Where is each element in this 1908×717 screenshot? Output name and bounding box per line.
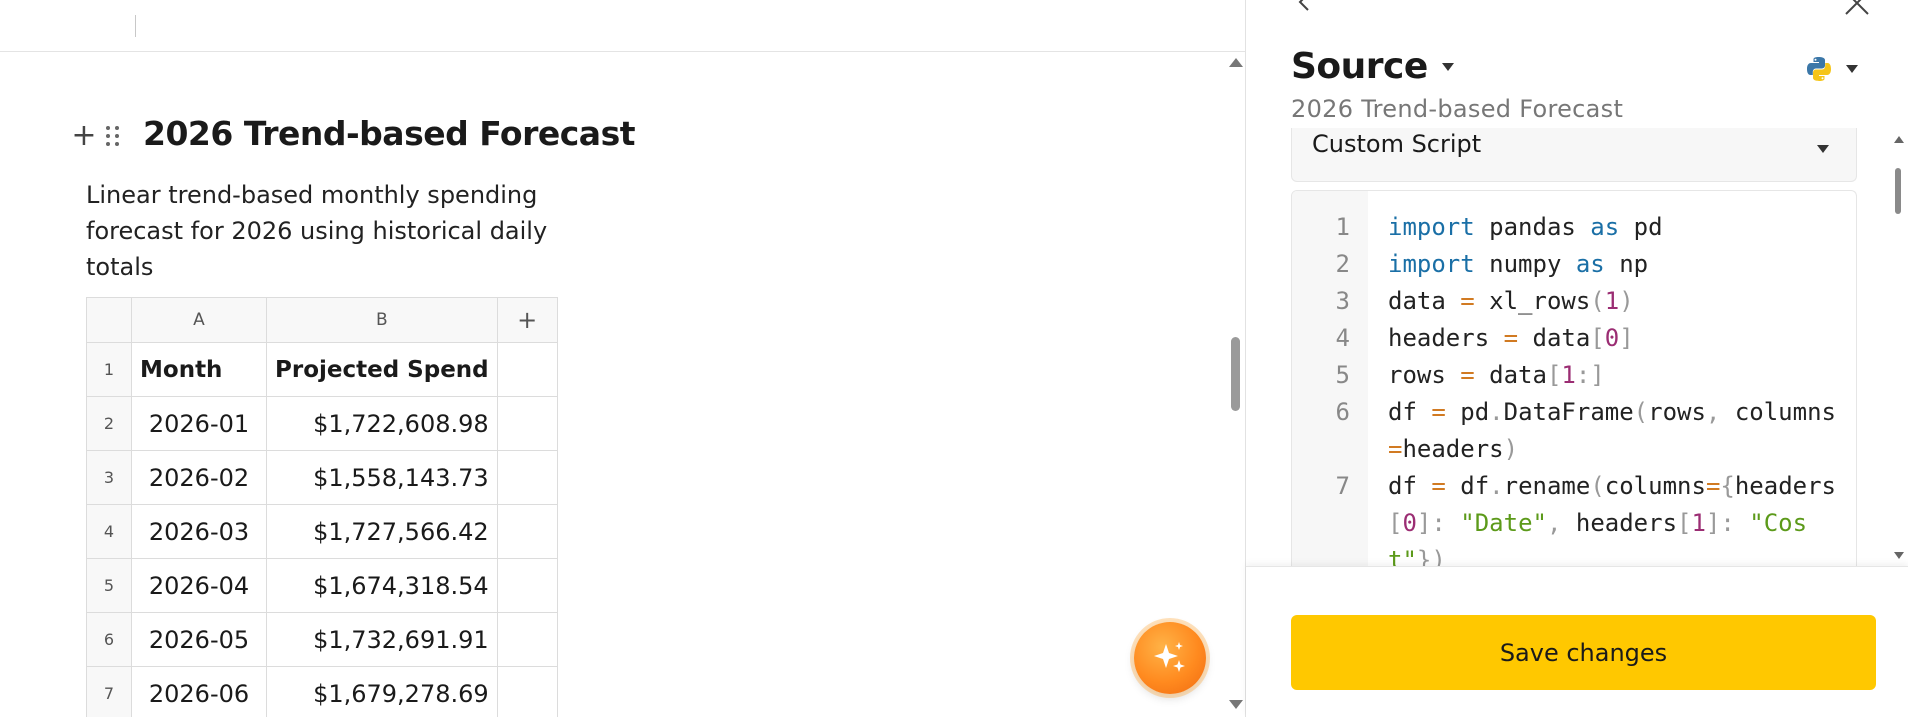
row-number[interactable]: 1 bbox=[86, 342, 132, 397]
row-number[interactable]: 7 bbox=[86, 666, 132, 717]
table-cell[interactable]: 2026-02 bbox=[131, 450, 267, 505]
table-row: 3 2026-02 $1,558,143.73 bbox=[86, 450, 558, 505]
script-type-select[interactable]: Custom Script bbox=[1291, 128, 1857, 182]
line-number: 7 bbox=[1335, 472, 1350, 500]
code-text: import pandas as pd bbox=[1388, 213, 1663, 241]
chevron-down-icon[interactable] bbox=[1846, 65, 1858, 73]
table-cell[interactable] bbox=[496, 342, 558, 397]
save-changes-button[interactable]: Save changes bbox=[1291, 615, 1876, 690]
table-cell[interactable]: 2026-06 bbox=[131, 666, 267, 717]
panel-footer: Save changes bbox=[1246, 566, 1908, 717]
scroll-up-arrow-icon[interactable] bbox=[1229, 58, 1243, 67]
page-title: 2026 Trend-based Forecast bbox=[143, 114, 636, 153]
table-row: 7 2026-06 $1,679,278.69 bbox=[86, 666, 558, 717]
source-selector[interactable]: Source bbox=[1291, 46, 1454, 87]
table-cell[interactable]: Month bbox=[131, 342, 267, 397]
drag-handle-icon[interactable] bbox=[106, 124, 122, 148]
chevron-down-icon[interactable] bbox=[1817, 145, 1829, 153]
code-editor[interactable]: 1 import pandas as pd 2 import numpy as … bbox=[1291, 190, 1857, 568]
table-cell[interactable] bbox=[496, 558, 558, 613]
sheet-corner-cell[interactable] bbox=[86, 297, 132, 343]
close-icon[interactable] bbox=[1844, 0, 1870, 18]
table-cell[interactable] bbox=[496, 504, 558, 559]
row-number[interactable]: 5 bbox=[86, 558, 132, 613]
panel-title: Source bbox=[1291, 46, 1428, 87]
script-type-value: Custom Script bbox=[1312, 130, 1482, 158]
table-cell[interactable]: 2026-01 bbox=[131, 396, 267, 451]
language-selector[interactable] bbox=[1806, 56, 1858, 82]
scrollbar-thumb[interactable] bbox=[1231, 337, 1240, 411]
code-text: data = xl_rows(1) bbox=[1388, 287, 1634, 315]
line-number: 4 bbox=[1335, 324, 1350, 352]
table-cell[interactable]: $1,732,691.91 bbox=[266, 612, 498, 667]
table-cell[interactable]: Projected Spend bbox=[266, 342, 498, 397]
code-scrollbar[interactable] bbox=[1892, 128, 1908, 568]
table-cell[interactable] bbox=[496, 612, 558, 667]
line-number: 3 bbox=[1335, 287, 1350, 315]
table-row: 4 2026-03 $1,727,566.42 bbox=[86, 504, 558, 559]
panel-subtitle: 2026 Trend-based Forecast bbox=[1291, 95, 1624, 123]
scroll-up-arrow-icon[interactable] bbox=[1894, 136, 1904, 143]
sparkles-icon bbox=[1154, 642, 1185, 672]
spreadsheet-table: A B + 1 Month Projected Spend 2 2026-01 … bbox=[86, 297, 558, 717]
page-description: Linear trend-based monthly spending fore… bbox=[86, 181, 548, 281]
code-text: headers = data[0] bbox=[1388, 324, 1634, 352]
table-cell[interactable]: $1,722,608.98 bbox=[266, 396, 498, 451]
table-cell[interactable] bbox=[496, 396, 558, 451]
line-number: 1 bbox=[1335, 213, 1350, 241]
table-row: 2 2026-01 $1,722,608.98 bbox=[86, 396, 558, 451]
add-column-button[interactable]: + bbox=[496, 297, 558, 343]
document-area: + 2026 Trend-based Forecast Linear trend… bbox=[0, 0, 1245, 717]
source-panel: Source 2026 Trend-based Forecast Custom … bbox=[1246, 0, 1908, 717]
scrollbar-thumb[interactable] bbox=[1895, 168, 1901, 214]
table-cell[interactable]: $1,558,143.73 bbox=[266, 450, 498, 505]
line-number: 2 bbox=[1335, 250, 1350, 278]
column-header-a[interactable]: A bbox=[131, 297, 267, 343]
block-controls: + bbox=[70, 120, 122, 152]
table-cell[interactable] bbox=[496, 450, 558, 505]
add-block-icon[interactable]: + bbox=[70, 121, 98, 151]
document-toolbar bbox=[0, 0, 1245, 52]
table-cell[interactable]: 2026-05 bbox=[131, 612, 267, 667]
code-text: import numpy as np bbox=[1388, 250, 1649, 278]
table-row: 1 Month Projected Spend bbox=[86, 342, 558, 397]
table-row: 5 2026-04 $1,674,318.54 bbox=[86, 558, 558, 613]
toolbar-divider bbox=[135, 15, 136, 37]
row-number[interactable]: 2 bbox=[86, 396, 132, 451]
table-cell[interactable]: $1,679,278.69 bbox=[266, 666, 498, 717]
row-number[interactable]: 4 bbox=[86, 504, 132, 559]
line-number: 6 bbox=[1335, 398, 1350, 426]
table-cell[interactable] bbox=[496, 666, 558, 717]
row-number[interactable]: 6 bbox=[86, 612, 132, 667]
line-number: 5 bbox=[1335, 361, 1350, 389]
table-row: 6 2026-05 $1,732,691.91 bbox=[86, 612, 558, 667]
table-cell[interactable]: 2026-03 bbox=[131, 504, 267, 559]
scroll-down-arrow-icon[interactable] bbox=[1894, 552, 1904, 559]
code-text: df = df.rename(columns={headers[0]: "Dat… bbox=[1388, 472, 1836, 568]
ai-assistant-button[interactable] bbox=[1134, 622, 1206, 694]
table-cell[interactable]: $1,727,566.42 bbox=[266, 504, 498, 559]
table-cell[interactable]: $1,674,318.54 bbox=[266, 558, 498, 613]
python-icon bbox=[1807, 57, 1831, 81]
document-scrollbar[interactable] bbox=[1225, 52, 1245, 717]
scroll-down-arrow-icon[interactable] bbox=[1229, 700, 1243, 709]
code-text: df = pd.DataFrame(rows, columns=headers) bbox=[1388, 398, 1836, 463]
table-cell[interactable]: 2026-04 bbox=[131, 558, 267, 613]
row-number[interactable]: 3 bbox=[86, 450, 132, 505]
code-text: rows = data[1:] bbox=[1388, 361, 1605, 389]
chevron-down-icon[interactable] bbox=[1441, 62, 1454, 71]
back-arrow-icon[interactable] bbox=[1294, 0, 1314, 14]
column-header-b[interactable]: B bbox=[266, 297, 498, 343]
